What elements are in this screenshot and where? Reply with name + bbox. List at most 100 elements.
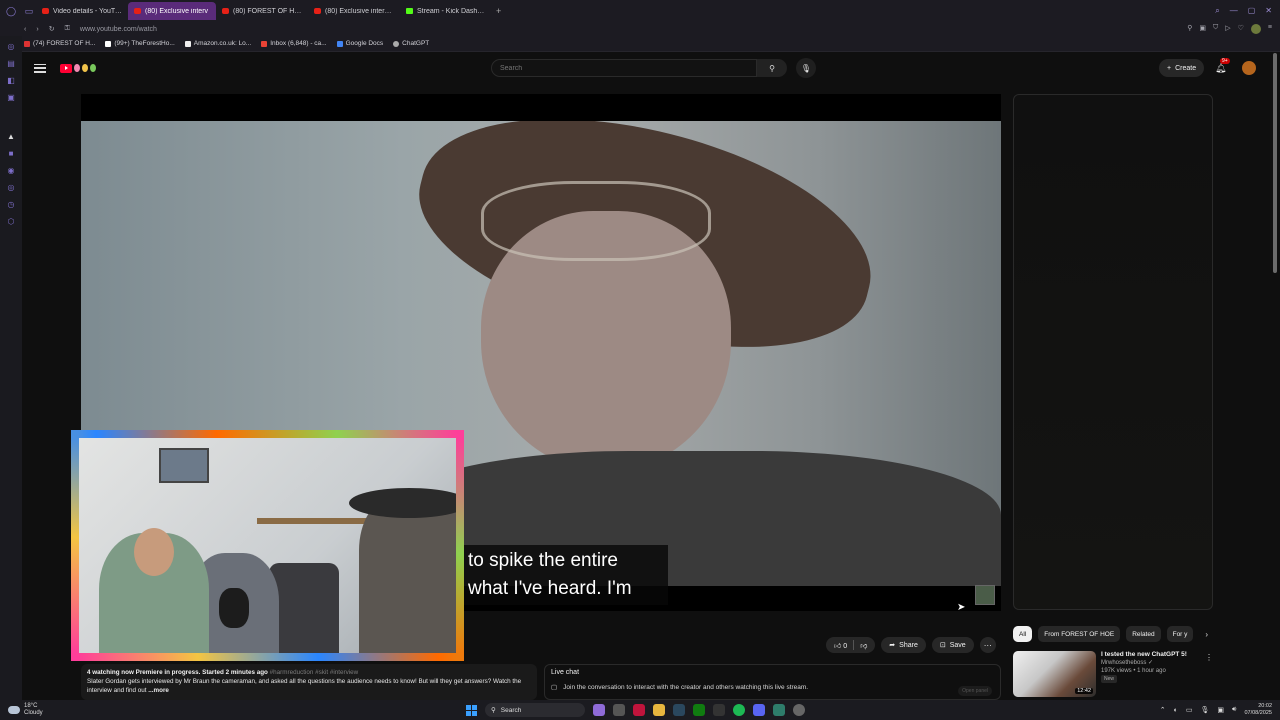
page-scrollbar[interactable]: [1273, 53, 1277, 273]
youtube-logo[interactable]: [60, 63, 96, 73]
display-icon[interactable]: ▣: [1217, 706, 1224, 714]
battery-icon[interactable]: ▭: [1186, 706, 1193, 714]
xbox-icon[interactable]: [693, 704, 705, 716]
weather-widget[interactable]: 18°C Cloudy: [0, 703, 43, 717]
divider: [853, 640, 855, 650]
sidebar-icon-8[interactable]: ◎: [8, 183, 15, 192]
youtube-icon: [222, 8, 229, 14]
sidebar-icon-7[interactable]: ◉: [8, 166, 15, 175]
sidebar-icon-6[interactable]: ■: [9, 149, 14, 158]
chip-related[interactable]: Related: [1126, 626, 1161, 642]
sidebar-icon-5[interactable]: ▲: [7, 132, 15, 141]
windows-start-icon[interactable]: [466, 704, 477, 716]
open-panel-button[interactable]: Open panel: [958, 686, 992, 696]
search-button[interactable]: ⚲: [757, 59, 787, 77]
webcam-overlay: [71, 430, 464, 661]
live-chat-title: Live chat: [551, 669, 580, 676]
recommended-video[interactable]: 12:42 I tested the new ChatGPT 5! Mrwhos…: [1013, 651, 1213, 697]
hamburger-menu-icon[interactable]: [34, 63, 46, 73]
sidebar-icon-2[interactable]: ▤: [7, 59, 15, 68]
forward-icon[interactable]: ›: [36, 26, 38, 33]
save-button[interactable]: ⊡ Save: [931, 637, 974, 653]
plus-icon: +: [1167, 64, 1172, 72]
shield-icon[interactable]: ⛉: [1213, 24, 1218, 34]
task-view-icon[interactable]: [593, 704, 605, 716]
back-icon[interactable]: ‹: [24, 26, 26, 33]
volume-icon[interactable]: 🔊︎: [1232, 706, 1236, 714]
reload-icon[interactable]: ↻: [49, 25, 55, 33]
sidebar-icon-10[interactable]: ⬡: [8, 217, 15, 226]
account-avatar[interactable]: [1242, 61, 1256, 75]
close-icon[interactable]: ✕: [1265, 6, 1272, 16]
video-description[interactable]: 4 watching now Premiere in progress. Sta…: [81, 664, 537, 700]
opera-gx-icon[interactable]: [633, 704, 645, 716]
new-tab-button[interactable]: +: [492, 6, 501, 16]
bookmark-amazon[interactable]: Amazon.co.uk: Lo...: [184, 40, 251, 47]
bookmark-gmail[interactable]: Inbox (6,848) - ca...: [261, 40, 327, 47]
file-icon[interactable]: [613, 704, 625, 716]
microphone-icon[interactable]: 🎙︎: [1201, 706, 1210, 714]
steam-icon[interactable]: [673, 704, 685, 716]
maximize-icon[interactable]: ▢: [1248, 6, 1256, 16]
tab-kick-dashboard[interactable]: Stream - Kick Dashboard: [400, 2, 492, 20]
chevron-up-icon[interactable]: ⌃: [1160, 706, 1166, 714]
chevron-right-icon[interactable]: ›: [1205, 630, 1208, 639]
browser-menu-icon[interactable]: ◯: [0, 0, 22, 22]
search-input[interactable]: [500, 64, 756, 72]
file-explorer-icon[interactable]: [653, 704, 665, 716]
bookmark-chatgpt[interactable]: ChatGPT: [393, 40, 429, 47]
chip-from-channel[interactable]: From FOREST OF HOE: [1038, 626, 1121, 642]
chatgpt-icon: [393, 40, 400, 47]
like-button[interactable]: 👍︎ 0: [834, 641, 847, 650]
voice-search-button[interactable]: 🎙︎: [796, 58, 816, 78]
description-more-link[interactable]: ...more: [148, 687, 169, 694]
bookmark-google-docs[interactable]: Google Docs: [336, 40, 383, 47]
more-options-icon[interactable]: ⋮: [1205, 653, 1213, 662]
tab-video-details[interactable]: Video details - YouTube S: [36, 2, 128, 20]
bookmarks-bar: (74) FOREST OF H... (99+) TheForestHo...…: [0, 36, 1280, 52]
site-info-icon[interactable]: ⚿: [65, 25, 70, 33]
clock[interactable]: 20:02 07/08/2025: [1244, 703, 1272, 717]
taskbar-search[interactable]: ⚲ Search: [485, 703, 585, 717]
app-icon[interactable]: [773, 704, 785, 716]
sidebar-icon-4[interactable]: ▣: [7, 93, 15, 102]
settings-gear-icon[interactable]: [793, 704, 805, 716]
screenshot-icon[interactable]: ▣: [1199, 24, 1206, 34]
sidebar-icon-9[interactable]: ◷: [8, 200, 15, 209]
tray-app-icon[interactable]: ◐: [1174, 707, 1178, 714]
recommended-channel[interactable]: Mrwhosetheboss: [1101, 660, 1146, 666]
recommended-title[interactable]: I tested the new ChatGPT 5!: [1101, 651, 1187, 659]
sidebar-icon-3[interactable]: ◧: [7, 76, 15, 85]
closed-captions: to spike the entire what I've heard. I'm: [462, 545, 668, 605]
discord-icon[interactable]: [753, 704, 765, 716]
chip-all[interactable]: All: [1013, 626, 1033, 642]
bookmark-theforesthoe[interactable]: (99+) TheForestHo...: [105, 40, 175, 47]
more-actions-button[interactable]: ⋯: [979, 637, 996, 653]
channel-watermark[interactable]: [975, 585, 995, 605]
share-button[interactable]: ➦ Share: [881, 637, 926, 653]
create-button[interactable]: + Create: [1159, 59, 1205, 77]
url-field[interactable]: www.youtube.com/watch: [80, 26, 157, 33]
profile-avatar-icon[interactable]: [1250, 24, 1261, 34]
spotify-icon[interactable]: [733, 704, 745, 716]
search-tabs-icon[interactable]: ⌕: [1215, 6, 1219, 16]
video-subject-glasses: [481, 181, 711, 261]
tab-forest-of-hoe[interactable]: (80) FOREST OF HOE - Yo: [216, 2, 308, 20]
chip-for-you[interactable]: For y: [1166, 626, 1194, 642]
window-controls: ⌕ — ▢ ✕: [1215, 6, 1280, 16]
player-icon[interactable]: ▷: [1225, 24, 1230, 34]
menu-icon[interactable]: ≡: [1268, 24, 1272, 34]
obs-icon[interactable]: [713, 704, 725, 716]
description-tags[interactable]: #harmreduction #skit #interview: [270, 669, 359, 676]
tab-exclusive-interview[interactable]: (80) Exclusive interview: [308, 2, 400, 20]
heart-icon[interactable]: ♡: [1238, 24, 1244, 34]
recommended-thumbnail[interactable]: 12:42: [1013, 651, 1096, 697]
bookmark-forest-of-hoe[interactable]: (74) FOREST OF H...: [24, 40, 95, 47]
notifications-bell-icon[interactable]: 🔔︎ 9+: [1215, 57, 1230, 74]
sidebar-icon-1[interactable]: ◎: [8, 42, 15, 51]
tab-exclusive-interview-active[interactable]: (80) Exclusive interv: [128, 2, 216, 20]
workspaces-icon[interactable]: ▭: [22, 0, 36, 22]
dislike-button[interactable]: 👎︎: [860, 641, 867, 650]
pin-icon[interactable]: ⚲: [1187, 24, 1192, 34]
minimize-icon[interactable]: —: [1230, 6, 1238, 16]
